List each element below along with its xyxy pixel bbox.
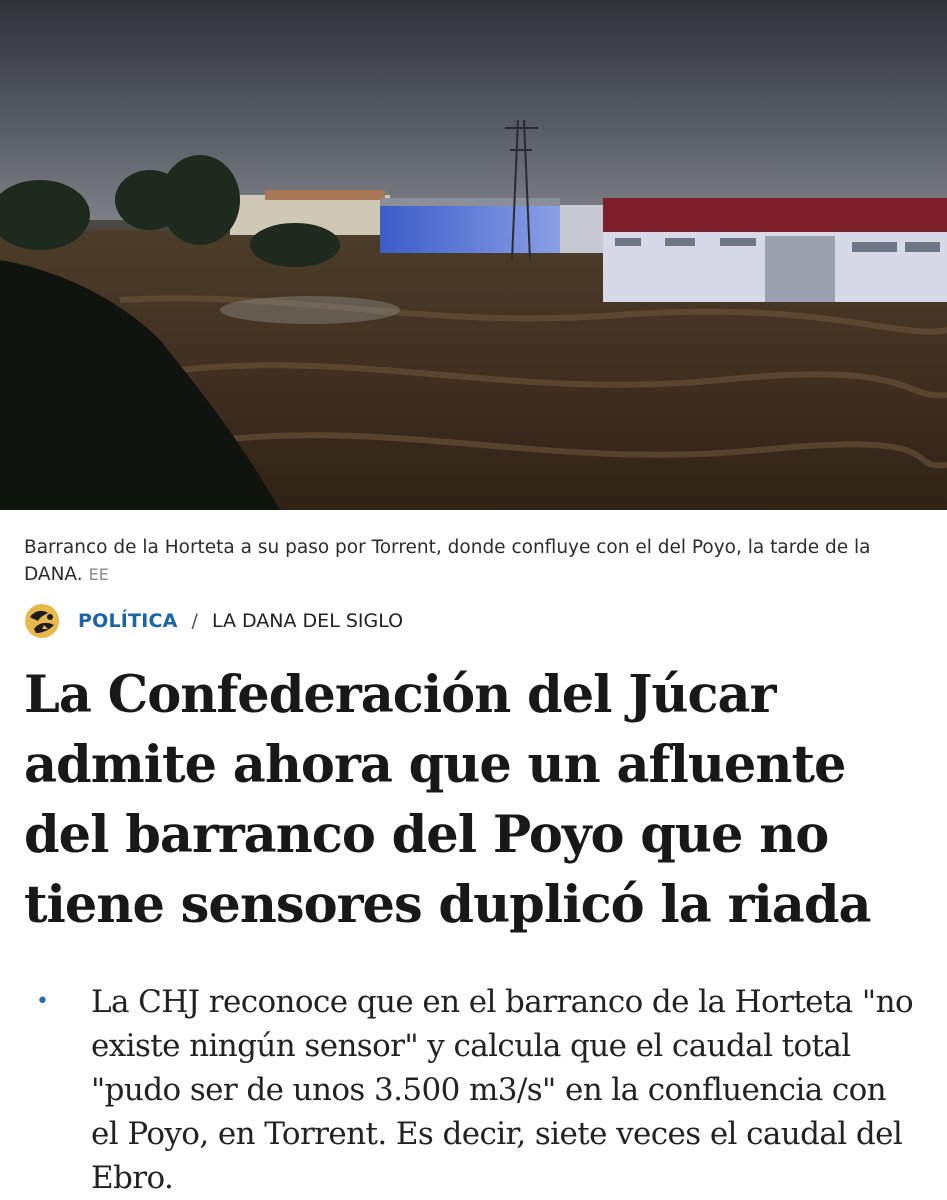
photo-caption: Barranco de la Horteta a su paso por Tor… [0, 510, 947, 588]
summary-item: La CHJ reconoce que en el barranco de la… [91, 984, 914, 1196]
section-logo-icon [25, 604, 59, 638]
article-photo [0, 0, 947, 510]
caption-text: Barranco de la Horteta a su paso por Tor… [24, 537, 871, 585]
article-summary: • La CHJ reconoce que en el barranco de … [0, 940, 947, 1200]
section-link-politica[interactable]: POLÍTICA [78, 610, 178, 632]
bullet-icon: • [36, 989, 49, 1014]
photo-credit: EE [88, 565, 109, 584]
article-headline: La Confederación del Júcar admite ahora … [24, 665, 872, 935]
subsection-link[interactable]: LA DANA DEL SIGLO [212, 610, 403, 632]
flood-scene-image [0, 0, 947, 510]
breadcrumb: POLÍTICA / LA DANA DEL SIGLO [0, 588, 947, 640]
breadcrumb-separator: / [191, 610, 198, 632]
